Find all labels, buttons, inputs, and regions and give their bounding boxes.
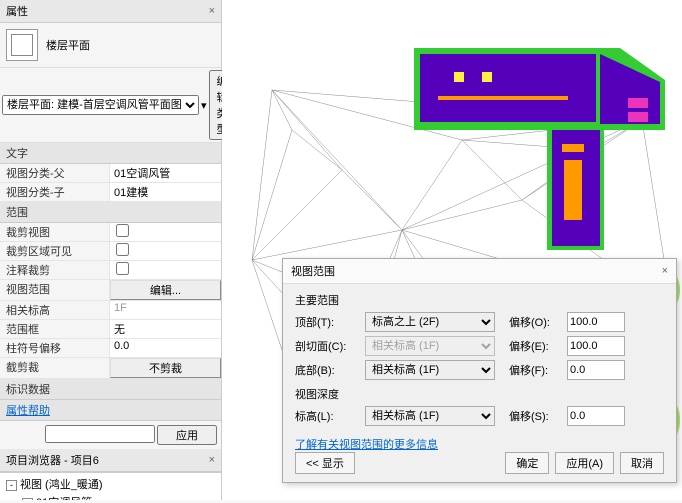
bottom-offset-label: 偏移(F): <box>509 362 561 378</box>
tree-node-label: 视图 (鸿业_暖通) <box>20 479 103 491</box>
close-icon[interactable]: × <box>662 265 668 277</box>
group-ident[interactable]: 标识数据 <box>0 379 221 400</box>
crop-region-visible-checkbox[interactable] <box>116 243 129 256</box>
prop-column-offset[interactable]: 柱符号偏移0.0 <box>0 339 221 358</box>
level-offset-input[interactable] <box>567 406 625 426</box>
browser-title: 项目浏览器 - 项目6 <box>6 452 99 468</box>
group-scope[interactable]: 范围 <box>0 202 221 223</box>
top-offset-input[interactable] <box>567 312 625 332</box>
properties-toolbar: 楼层平面 <box>0 23 221 68</box>
top-label: 顶部(T): <box>295 314 359 330</box>
main-scope-label: 主要范围 <box>295 292 664 308</box>
cut-select: 相关标高 (1F) <box>365 336 495 356</box>
view-range-dialog: 视图范围 × 主要范围 顶部(T): 标高之上 (2F) 偏移(O): 剖切面(… <box>282 258 677 483</box>
tree-node[interactable]: -01空调风管 <box>2 493 219 500</box>
prop-section-crop[interactable]: 截剪裁不剪裁 <box>0 358 221 379</box>
apply-button[interactable]: 应用 <box>157 425 217 445</box>
close-icon[interactable]: × <box>209 5 215 17</box>
show-button[interactable]: << 显示 <box>295 452 355 474</box>
prop-range-box[interactable]: 范围框无 <box>0 320 221 339</box>
selector-divider-icon: ▾ <box>201 99 207 112</box>
close-icon[interactable]: × <box>209 454 215 466</box>
apply-input[interactable] <box>45 425 155 443</box>
cancel-button[interactable]: 取消 <box>620 452 664 474</box>
tree-node[interactable]: -视图 (鸿业_暖通) <box>2 475 219 493</box>
annotation-crop-checkbox[interactable] <box>116 262 129 275</box>
level-label: 标高(L): <box>295 408 359 424</box>
prop-view-class-child[interactable]: 视图分类-子01建模 <box>0 183 221 202</box>
prop-view-range[interactable]: 视图范围编辑... <box>0 280 221 301</box>
properties-help-link[interactable]: 属性帮助 <box>0 400 221 420</box>
floor-plan-icon <box>6 29 38 61</box>
prop-crop-view[interactable]: 裁剪视图 <box>0 223 221 242</box>
view-range-edit-button[interactable]: 编辑... <box>110 280 221 300</box>
dialog-title: 视图范围 <box>291 263 335 279</box>
prop-crop-region-visible[interactable]: 裁剪区域可见 <box>0 242 221 261</box>
prop-view-class-parent[interactable]: 视图分类-父01空调风管 <box>0 164 221 183</box>
learn-more-link[interactable]: 了解有关视图范围的更多信息 <box>295 436 438 452</box>
top-select[interactable]: 标高之上 (2F) <box>365 312 495 332</box>
prop-annotation-crop[interactable]: 注释裁剪 <box>0 261 221 280</box>
properties-header: 属性 × <box>0 0 221 23</box>
cut-offset-input[interactable] <box>567 336 625 356</box>
browser-header: 项目浏览器 - 项目6 × <box>0 449 221 472</box>
view-depth-label: 视图深度 <box>295 386 664 402</box>
type-selector[interactable]: 楼层平面: 建模-首层空调风管平面图 <box>2 95 199 115</box>
group-text[interactable]: 文字 <box>0 143 221 164</box>
type-selector-row: 楼层平面: 建模-首层空调风管平面图 ▾ 编辑类型 <box>0 68 221 143</box>
bottom-offset-input[interactable] <box>567 360 625 380</box>
level-select[interactable]: 相关标高 (1F) <box>365 406 495 426</box>
prop-assoc-level: 相关标高1F <box>0 301 221 320</box>
bottom-label: 底部(B): <box>295 362 359 378</box>
properties-grid: 文字 视图分类-父01空调风管 视图分类-子01建模 范围 裁剪视图 裁剪区域可… <box>0 143 221 400</box>
bottom-select[interactable]: 相关标高 (1F) <box>365 360 495 380</box>
dialog-titlebar[interactable]: 视图范围 × <box>283 259 676 284</box>
properties-title: 属性 <box>6 3 28 19</box>
project-browser-tree[interactable]: -视图 (鸿业_暖通)-01空调风管-01建模楼层平面: 建模-二层空调风管平面… <box>0 472 221 500</box>
section-crop-button[interactable]: 不剪裁 <box>110 358 221 378</box>
apply-dialog-button[interactable]: 应用(A) <box>555 452 614 474</box>
crop-view-checkbox[interactable] <box>116 224 129 237</box>
top-offset-label: 偏移(O): <box>509 314 561 330</box>
cut-offset-label: 偏移(E): <box>509 338 561 354</box>
level-offset-label: 偏移(S): <box>509 408 561 424</box>
cut-label: 剖切面(C): <box>295 338 359 354</box>
floor-plan-label: 楼层平面 <box>46 37 90 53</box>
tree-toggle-icon[interactable]: - <box>6 480 17 491</box>
ok-button[interactable]: 确定 <box>505 452 549 474</box>
